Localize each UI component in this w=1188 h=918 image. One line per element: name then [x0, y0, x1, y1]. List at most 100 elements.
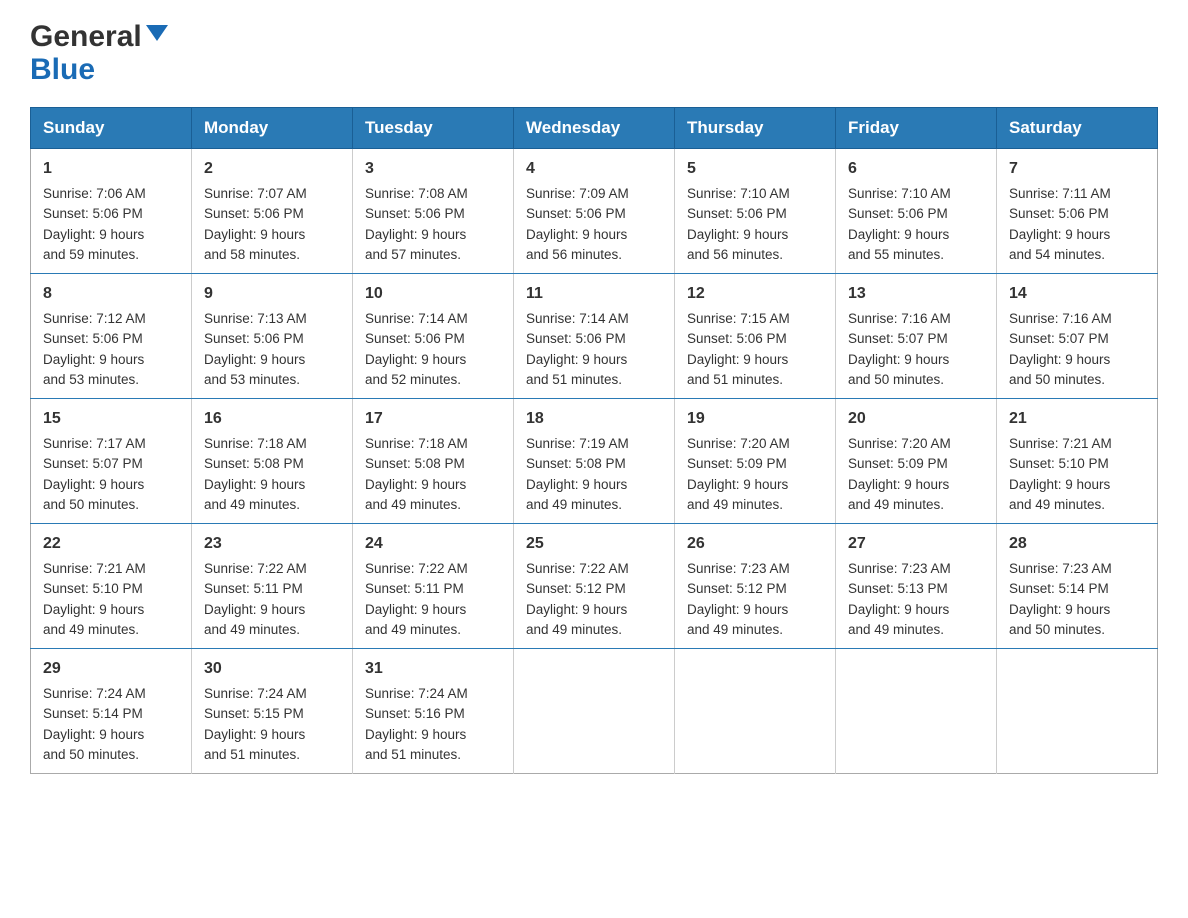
logo: General Blue: [30, 20, 168, 87]
sunset-label: Sunset: 5:08 PM: [204, 456, 304, 471]
daylight-label: Daylight: 9 hours: [43, 477, 144, 492]
daylight-minutes: and 53 minutes.: [43, 372, 139, 387]
calendar-day-31: 31Sunrise: 7:24 AMSunset: 5:16 PMDayligh…: [353, 649, 514, 774]
day-number: 14: [1009, 282, 1145, 306]
sunset-label: Sunset: 5:06 PM: [365, 206, 465, 221]
day-number: 3: [365, 157, 501, 181]
sunrise-label: Sunrise: 7:21 AM: [1009, 436, 1112, 451]
sunset-label: Sunset: 5:06 PM: [204, 206, 304, 221]
day-number: 18: [526, 407, 662, 431]
sunrise-label: Sunrise: 7:14 AM: [526, 311, 629, 326]
daylight-minutes: and 56 minutes.: [687, 247, 783, 262]
daylight-label: Daylight: 9 hours: [687, 227, 788, 242]
daylight-label: Daylight: 9 hours: [365, 602, 466, 617]
daylight-label: Daylight: 9 hours: [526, 602, 627, 617]
calendar-day-21: 21Sunrise: 7:21 AMSunset: 5:10 PMDayligh…: [997, 399, 1158, 524]
day-number: 1: [43, 157, 179, 181]
daylight-minutes: and 50 minutes.: [1009, 372, 1105, 387]
daylight-minutes: and 50 minutes.: [43, 497, 139, 512]
calendar-day-23: 23Sunrise: 7:22 AMSunset: 5:11 PMDayligh…: [192, 524, 353, 649]
daylight-minutes: and 51 minutes.: [204, 747, 300, 762]
page-header: General Blue: [30, 20, 1158, 87]
sunset-label: Sunset: 5:14 PM: [43, 706, 143, 721]
daylight-label: Daylight: 9 hours: [204, 727, 305, 742]
sunset-label: Sunset: 5:11 PM: [204, 581, 303, 596]
daylight-label: Daylight: 9 hours: [1009, 602, 1110, 617]
day-number: 23: [204, 532, 340, 556]
calendar-day-28: 28Sunrise: 7:23 AMSunset: 5:14 PMDayligh…: [997, 524, 1158, 649]
calendar-header-row: SundayMondayTuesdayWednesdayThursdayFrid…: [31, 108, 1158, 149]
daylight-minutes: and 51 minutes.: [365, 747, 461, 762]
calendar-day-7: 7Sunrise: 7:11 AMSunset: 5:06 PMDaylight…: [997, 149, 1158, 274]
sunset-label: Sunset: 5:08 PM: [526, 456, 626, 471]
day-number: 5: [687, 157, 823, 181]
daylight-minutes: and 49 minutes.: [848, 622, 944, 637]
sunset-label: Sunset: 5:07 PM: [848, 331, 948, 346]
day-number: 13: [848, 282, 984, 306]
daylight-minutes: and 54 minutes.: [1009, 247, 1105, 262]
sunset-label: Sunset: 5:13 PM: [848, 581, 948, 596]
sunrise-label: Sunrise: 7:15 AM: [687, 311, 790, 326]
sunset-label: Sunset: 5:06 PM: [848, 206, 948, 221]
sunset-label: Sunset: 5:06 PM: [1009, 206, 1109, 221]
sunset-label: Sunset: 5:12 PM: [526, 581, 626, 596]
calendar-day-9: 9Sunrise: 7:13 AMSunset: 5:06 PMDaylight…: [192, 274, 353, 399]
daylight-label: Daylight: 9 hours: [43, 727, 144, 742]
sunrise-label: Sunrise: 7:16 AM: [1009, 311, 1112, 326]
sunrise-label: Sunrise: 7:22 AM: [526, 561, 629, 576]
calendar-week-row: 22Sunrise: 7:21 AMSunset: 5:10 PMDayligh…: [31, 524, 1158, 649]
sunrise-label: Sunrise: 7:24 AM: [204, 686, 307, 701]
daylight-minutes: and 52 minutes.: [365, 372, 461, 387]
sunset-label: Sunset: 5:09 PM: [687, 456, 787, 471]
daylight-label: Daylight: 9 hours: [1009, 352, 1110, 367]
day-number: 19: [687, 407, 823, 431]
sunrise-label: Sunrise: 7:20 AM: [848, 436, 951, 451]
sunset-label: Sunset: 5:06 PM: [43, 206, 143, 221]
sunrise-label: Sunrise: 7:11 AM: [1009, 186, 1111, 201]
sunset-label: Sunset: 5:06 PM: [204, 331, 304, 346]
calendar-day-17: 17Sunrise: 7:18 AMSunset: 5:08 PMDayligh…: [353, 399, 514, 524]
sunset-label: Sunset: 5:06 PM: [43, 331, 143, 346]
daylight-minutes: and 49 minutes.: [526, 497, 622, 512]
sunrise-label: Sunrise: 7:22 AM: [204, 561, 307, 576]
sunrise-label: Sunrise: 7:12 AM: [43, 311, 146, 326]
daylight-label: Daylight: 9 hours: [365, 727, 466, 742]
calendar-day-14: 14Sunrise: 7:16 AMSunset: 5:07 PMDayligh…: [997, 274, 1158, 399]
daylight-minutes: and 49 minutes.: [204, 497, 300, 512]
calendar-day-29: 29Sunrise: 7:24 AMSunset: 5:14 PMDayligh…: [31, 649, 192, 774]
day-number: 9: [204, 282, 340, 306]
daylight-minutes: and 56 minutes.: [526, 247, 622, 262]
day-number: 17: [365, 407, 501, 431]
day-number: 24: [365, 532, 501, 556]
logo-general-text: General: [30, 20, 142, 53]
daylight-label: Daylight: 9 hours: [687, 352, 788, 367]
daylight-minutes: and 55 minutes.: [848, 247, 944, 262]
calendar-day-16: 16Sunrise: 7:18 AMSunset: 5:08 PMDayligh…: [192, 399, 353, 524]
day-number: 7: [1009, 157, 1145, 181]
day-number: 28: [1009, 532, 1145, 556]
calendar-day-10: 10Sunrise: 7:14 AMSunset: 5:06 PMDayligh…: [353, 274, 514, 399]
daylight-minutes: and 49 minutes.: [204, 622, 300, 637]
daylight-label: Daylight: 9 hours: [526, 227, 627, 242]
logo-arrow-icon: [146, 25, 168, 52]
calendar-day-18: 18Sunrise: 7:19 AMSunset: 5:08 PMDayligh…: [514, 399, 675, 524]
sunrise-label: Sunrise: 7:13 AM: [204, 311, 307, 326]
daylight-minutes: and 50 minutes.: [848, 372, 944, 387]
calendar-day-8: 8Sunrise: 7:12 AMSunset: 5:06 PMDaylight…: [31, 274, 192, 399]
sunrise-label: Sunrise: 7:23 AM: [1009, 561, 1112, 576]
sunrise-label: Sunrise: 7:18 AM: [204, 436, 307, 451]
daylight-minutes: and 49 minutes.: [365, 497, 461, 512]
col-header-tuesday: Tuesday: [353, 108, 514, 149]
sunset-label: Sunset: 5:09 PM: [848, 456, 948, 471]
daylight-label: Daylight: 9 hours: [43, 602, 144, 617]
day-number: 6: [848, 157, 984, 181]
sunrise-label: Sunrise: 7:23 AM: [848, 561, 951, 576]
calendar-week-row: 1Sunrise: 7:06 AMSunset: 5:06 PMDaylight…: [31, 149, 1158, 274]
day-number: 12: [687, 282, 823, 306]
calendar-day-22: 22Sunrise: 7:21 AMSunset: 5:10 PMDayligh…: [31, 524, 192, 649]
day-number: 21: [1009, 407, 1145, 431]
daylight-minutes: and 50 minutes.: [43, 747, 139, 762]
sunrise-label: Sunrise: 7:14 AM: [365, 311, 468, 326]
calendar-day-11: 11Sunrise: 7:14 AMSunset: 5:06 PMDayligh…: [514, 274, 675, 399]
sunset-label: Sunset: 5:10 PM: [43, 581, 143, 596]
